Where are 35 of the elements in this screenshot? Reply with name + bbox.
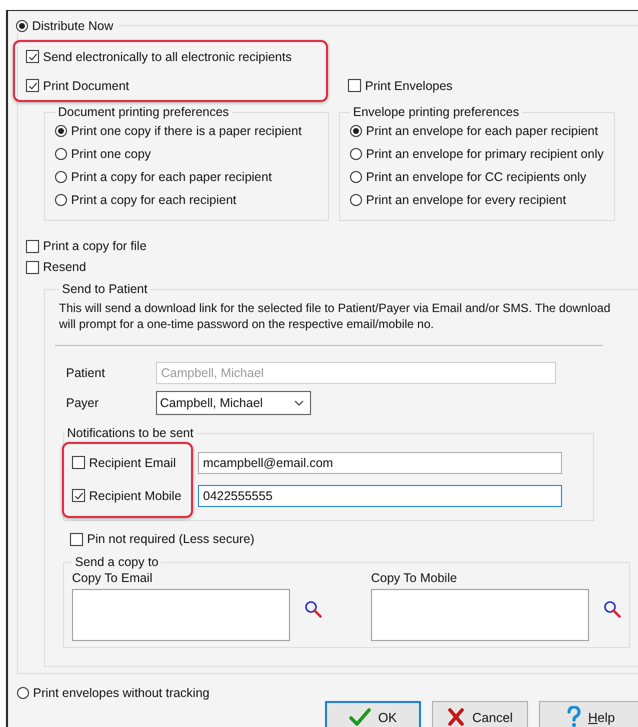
payer-dropdown[interactable]: Campbell, Michael xyxy=(156,391,311,415)
description-text: This will send a download link for the selected file to Patient/Payer via Email and/or SMS. The download will prompt for a one-time password on the respective email/mobile no. xyxy=(59,300,612,332)
radio-label: Print one copy if there is a paper recipient xyxy=(71,124,302,138)
radio-label: Print one copy xyxy=(71,146,151,161)
checkbox-label: Pin not required (Less secure) xyxy=(87,532,254,546)
radio-label: Distribute Now xyxy=(32,19,114,33)
radio-label: Print an envelope for primary recipient only xyxy=(366,146,604,161)
cancel-button[interactable]: Cancel xyxy=(432,701,528,727)
checkbox-label: Send electronically to all electronic recipients xyxy=(43,50,292,64)
radio-label: Print an envelope for CC recipients only xyxy=(366,170,586,184)
help-button[interactable]: Help xyxy=(539,701,638,727)
radio-label: Print a copy for each recipient xyxy=(71,193,236,208)
field-label: Copy To Mobile xyxy=(371,571,458,585)
ok-button[interactable]: OK xyxy=(325,701,421,727)
checkbox-label: Recipient Mobile xyxy=(89,488,182,502)
group-title: Send a copy to xyxy=(74,555,160,569)
group-title: Send to Patient xyxy=(61,282,148,296)
checkbox-label: Print Document xyxy=(43,78,130,92)
checkbox-label: Resend xyxy=(43,260,86,274)
radio-option[interactable]: Distribute Now xyxy=(16,19,114,33)
checkbox-label: Recipient Email xyxy=(89,456,176,470)
radio-label: Print an envelope for every recipient xyxy=(366,193,566,208)
radio-label: Print a copy for each paper recipient xyxy=(71,170,272,184)
input-field[interactable]: 0422555555 xyxy=(198,484,562,506)
input-field[interactable]: mcampbell@email.com xyxy=(198,452,562,474)
radio-label: Print an envelope for each paper recipient xyxy=(366,124,598,138)
group-title: Envelope printing preferences xyxy=(352,105,520,119)
group-title: Document printing preferences xyxy=(57,105,230,119)
checkbox-label: Print a copy for file xyxy=(43,239,147,253)
field-label: Patient xyxy=(65,366,106,380)
checkbox-label: Print Envelopes xyxy=(365,78,453,92)
group-title: Notifications to be sent xyxy=(66,426,194,440)
field-label: Payer xyxy=(65,396,100,410)
field-label: Copy To Email xyxy=(72,571,154,585)
radio-label: Print envelopes without tracking xyxy=(33,686,210,700)
